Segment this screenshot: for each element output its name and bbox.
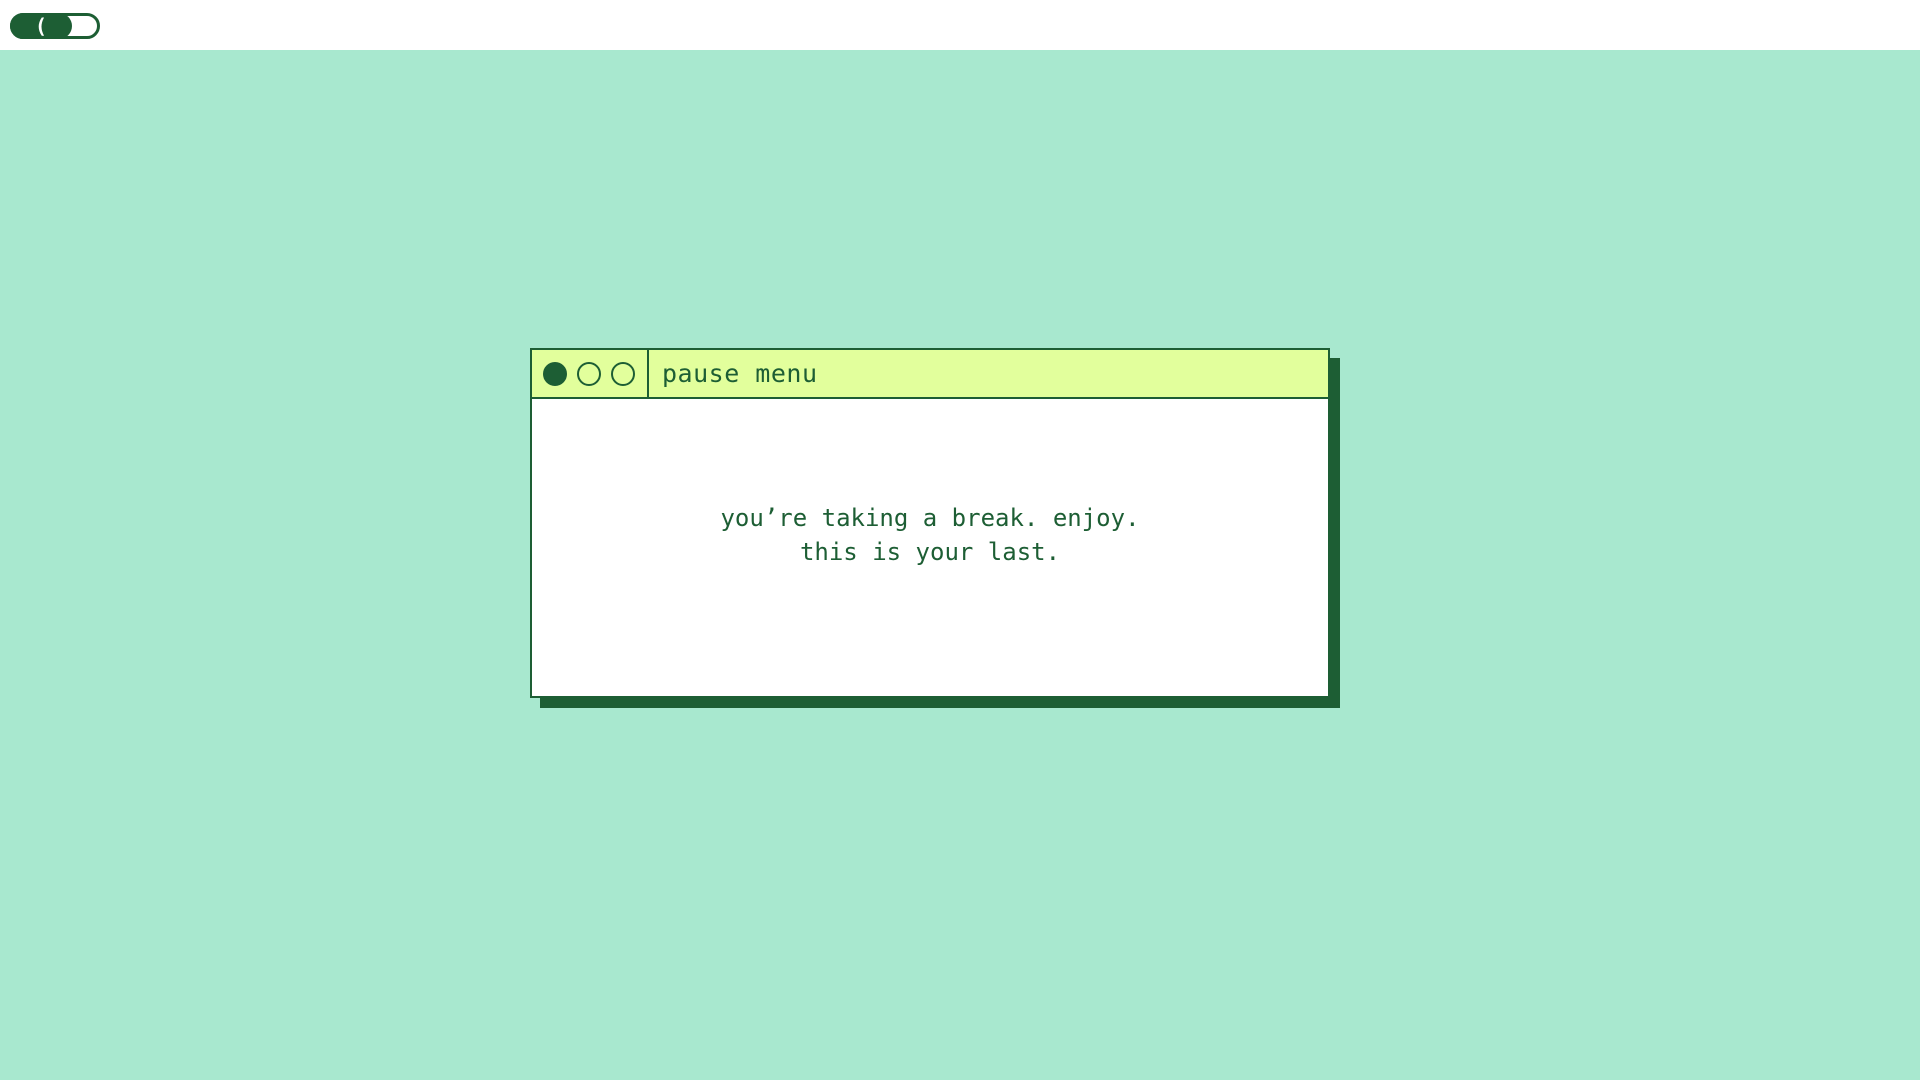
toggle-knob[interactable]: ( xyxy=(10,13,72,39)
window-controls xyxy=(532,350,649,397)
window-body: you’re taking a break. enjoy. this is yo… xyxy=(532,399,1328,696)
pause-menu-window: pause menu you’re taking a break. enjoy.… xyxy=(530,348,1340,708)
message-line-2: this is your last. xyxy=(799,537,1061,566)
minimize-dot-icon[interactable] xyxy=(577,362,601,386)
moon-icon: ( xyxy=(34,14,48,38)
window-frame: pause menu you’re taking a break. enjoy.… xyxy=(530,348,1330,698)
window-title: pause menu xyxy=(662,359,818,388)
maximize-dot-icon[interactable] xyxy=(611,362,635,386)
message-line-1: you’re taking a break. enjoy. xyxy=(720,503,1140,532)
close-dot-icon[interactable] xyxy=(543,362,567,386)
window-titlebar[interactable]: pause menu xyxy=(532,350,1328,399)
theme-toggle[interactable]: ( xyxy=(10,13,100,39)
top-bar: ( xyxy=(0,0,1920,50)
